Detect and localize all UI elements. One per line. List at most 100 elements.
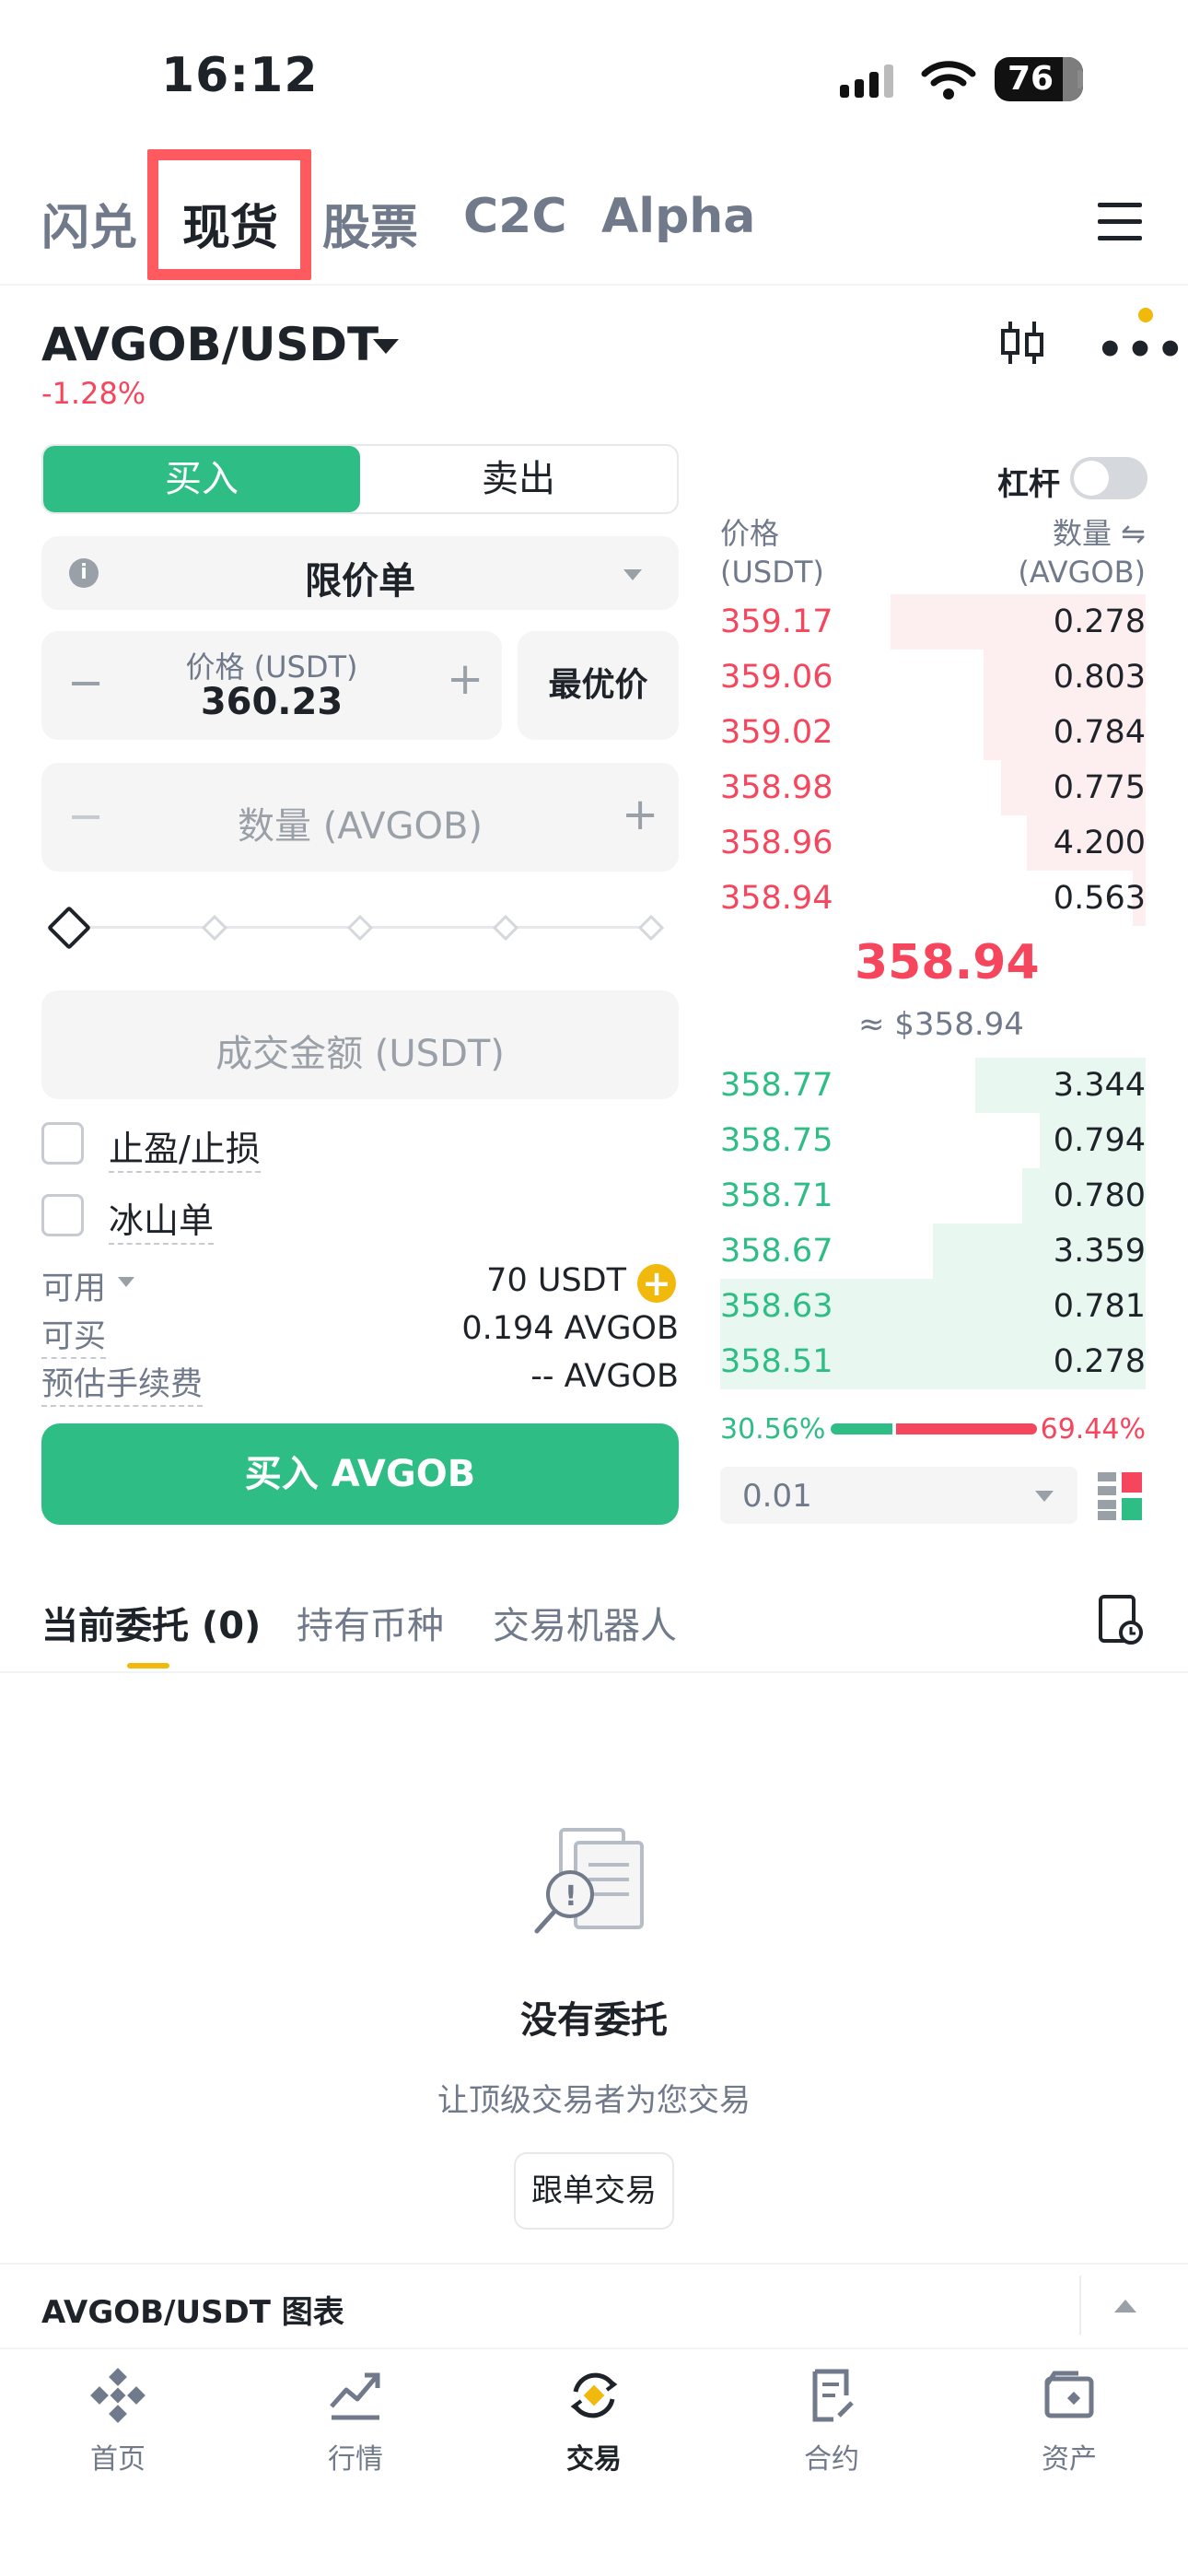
bid-quantity: 0.278 — [1053, 1343, 1146, 1380]
bid-quantity: 0.780 — [1053, 1177, 1146, 1214]
trade-icon — [570, 2372, 618, 2418]
bid-row[interactable]: 358.63 0.781 — [720, 1279, 1146, 1334]
best-price-button[interactable]: 最优价 — [518, 631, 679, 740]
bid-row[interactable]: 358.77 3.344 — [720, 1058, 1146, 1113]
ask-row[interactable]: 358.94 0.563 — [720, 871, 1146, 926]
leverage-label: 杠杆 — [997, 466, 1060, 503]
ask-row[interactable]: 358.96 4.200 — [720, 815, 1146, 871]
tab-holdings[interactable]: 持有币种 — [297, 1596, 444, 1649]
wallet-icon — [1044, 2371, 1094, 2418]
available-value: 70 USDT — [486, 1262, 626, 1299]
menu-icon[interactable] — [1098, 203, 1142, 252]
nav-markets-label: 行情 — [328, 2443, 383, 2476]
iceberg-checkbox[interactable] — [41, 1194, 84, 1236]
price-input[interactable]: − 价格 (USDT) 360.23 + — [41, 631, 502, 740]
bid-quantity: 0.781 — [1053, 1288, 1146, 1325]
buy-tab[interactable]: 买入 — [43, 446, 360, 512]
empty-state-title: 没有委托 — [520, 1999, 668, 2042]
ask-row[interactable]: 359.17 0.278 — [720, 594, 1146, 650]
available-label[interactable]: 可用 — [41, 1262, 106, 1309]
tab-open-orders[interactable]: 当前委托 (0) — [41, 1596, 261, 1649]
leverage-toggle[interactable] — [1070, 457, 1147, 499]
ask-row[interactable]: 359.02 0.784 — [720, 705, 1146, 760]
deposit-plus-icon[interactable]: + — [637, 1264, 676, 1303]
nav-markets[interactable]: 行情 — [282, 2368, 429, 2476]
order-history-icon[interactable] — [1098, 1594, 1144, 1645]
last-price-usd: ≈ $358.94 — [858, 1006, 1024, 1043]
price-header-label: 价格 — [720, 516, 780, 551]
bid-quantity: 3.344 — [1053, 1067, 1146, 1104]
caret-down-icon[interactable] — [373, 339, 399, 354]
orderbook-qty-header[interactable]: 数量 ⇋ (AVGOB) — [1018, 514, 1146, 591]
order-type-label: 限价单 — [305, 560, 415, 603]
slider-step-25[interactable] — [201, 914, 228, 942]
quantity-input[interactable]: − 数量 (AVGOB) + — [41, 763, 679, 872]
chart-bar-label[interactable]: AVGOB/USDT 图表 — [41, 2287, 344, 2332]
nav-home[interactable]: 首页 — [44, 2368, 192, 2476]
tpsl-label[interactable]: 止盈/止损 — [109, 1120, 261, 1173]
ask-row[interactable]: 358.98 0.775 — [720, 760, 1146, 815]
buy-ratio-bar — [831, 1423, 892, 1434]
nav-assets-label: 资产 — [1042, 2443, 1097, 2476]
empty-state-subtitle: 让顶级交易者为您交易 — [437, 2082, 751, 2119]
bid-price: 358.71 — [720, 1177, 833, 1214]
total-amount-input[interactable]: 成交金额 (USDT) — [41, 990, 679, 1099]
ask-quantity: 0.278 — [1053, 603, 1146, 640]
copy-trading-button[interactable]: 跟单交易 — [514, 2152, 674, 2230]
tpsl-checkbox[interactable] — [41, 1122, 84, 1165]
sell-tab[interactable]: 卖出 — [360, 446, 677, 512]
buy-submit-button[interactable]: 买入 AVGOB — [41, 1423, 679, 1525]
orderbook-layout-icon[interactable] — [1098, 1472, 1142, 1520]
nav-trade[interactable]: 交易 — [520, 2368, 668, 2476]
more-icon[interactable]: ••• — [1096, 328, 1186, 372]
nav-futures[interactable]: 合约 — [758, 2368, 905, 2476]
tab-alpha[interactable]: Alpha — [601, 189, 755, 244]
tab-stocks[interactable]: 股票 — [322, 189, 418, 258]
candlestick-chart-icon[interactable] — [999, 318, 1045, 368]
nav-home-label: 首页 — [90, 2443, 146, 2476]
bid-row[interactable]: 358.51 0.278 — [720, 1334, 1146, 1389]
quantity-increment-button[interactable]: + — [622, 789, 658, 840]
slider-step-100[interactable] — [637, 914, 665, 942]
battery-level: 76 — [1007, 60, 1054, 98]
divider — [0, 1671, 1188, 1673]
caret-down-icon[interactable] — [118, 1277, 134, 1287]
order-type-select[interactable]: i 限价单 — [41, 536, 679, 610]
slider-step-75[interactable] — [492, 914, 519, 942]
futures-icon — [812, 2369, 854, 2422]
bid-row[interactable]: 358.67 3.359 — [720, 1224, 1146, 1279]
ask-price: 359.17 — [720, 603, 833, 640]
quantity-placeholder: 数量 (AVGOB) — [237, 805, 483, 848]
ask-quantity: 0.563 — [1053, 880, 1146, 917]
tab-convert[interactable]: 闪兑 — [41, 189, 137, 258]
buy-sell-toggle: 买入 卖出 — [41, 444, 679, 514]
caret-down-icon — [1035, 1491, 1054, 1502]
expand-chart-icon[interactable] — [1114, 2300, 1136, 2313]
nav-futures-label: 合约 — [804, 2443, 859, 2476]
bid-price: 358.51 — [720, 1343, 833, 1380]
tab-trading-bots[interactable]: 交易机器人 — [493, 1596, 677, 1649]
ask-quantity: 0.784 — [1053, 714, 1146, 751]
nav-assets[interactable]: 资产 — [996, 2368, 1143, 2476]
tab-c2c[interactable]: C2C — [463, 189, 567, 244]
ask-quantity: 0.803 — [1053, 659, 1146, 696]
price-increment-button[interactable]: + — [447, 653, 483, 705]
bid-price: 358.63 — [720, 1288, 833, 1325]
total-amount-placeholder: 成交金额 (USDT) — [215, 1033, 505, 1075]
qty-header-label[interactable]: 数量 ⇋ — [1018, 514, 1146, 553]
precision-select[interactable]: 0.01 — [720, 1467, 1077, 1524]
ask-row[interactable]: 359.06 0.803 — [720, 650, 1146, 705]
battery-icon: 76 — [995, 57, 1083, 101]
slider-step-50[interactable] — [346, 914, 374, 942]
price-header-unit: (USDT) — [720, 555, 824, 590]
last-price[interactable]: 358.94 — [855, 935, 1040, 990]
iceberg-label[interactable]: 冰山单 — [109, 1192, 215, 1245]
slider-handle[interactable] — [46, 905, 92, 951]
bid-row[interactable]: 358.71 0.780 — [720, 1168, 1146, 1224]
svg-text:!: ! — [565, 1880, 577, 1913]
bid-row[interactable]: 358.75 0.794 — [720, 1113, 1146, 1168]
sell-ratio: 69.44% — [1040, 1413, 1146, 1446]
wifi-icon — [921, 61, 976, 100]
pair-selector[interactable]: AVGOB/USDT — [41, 318, 379, 371]
price-value[interactable]: 360.23 — [41, 681, 502, 723]
